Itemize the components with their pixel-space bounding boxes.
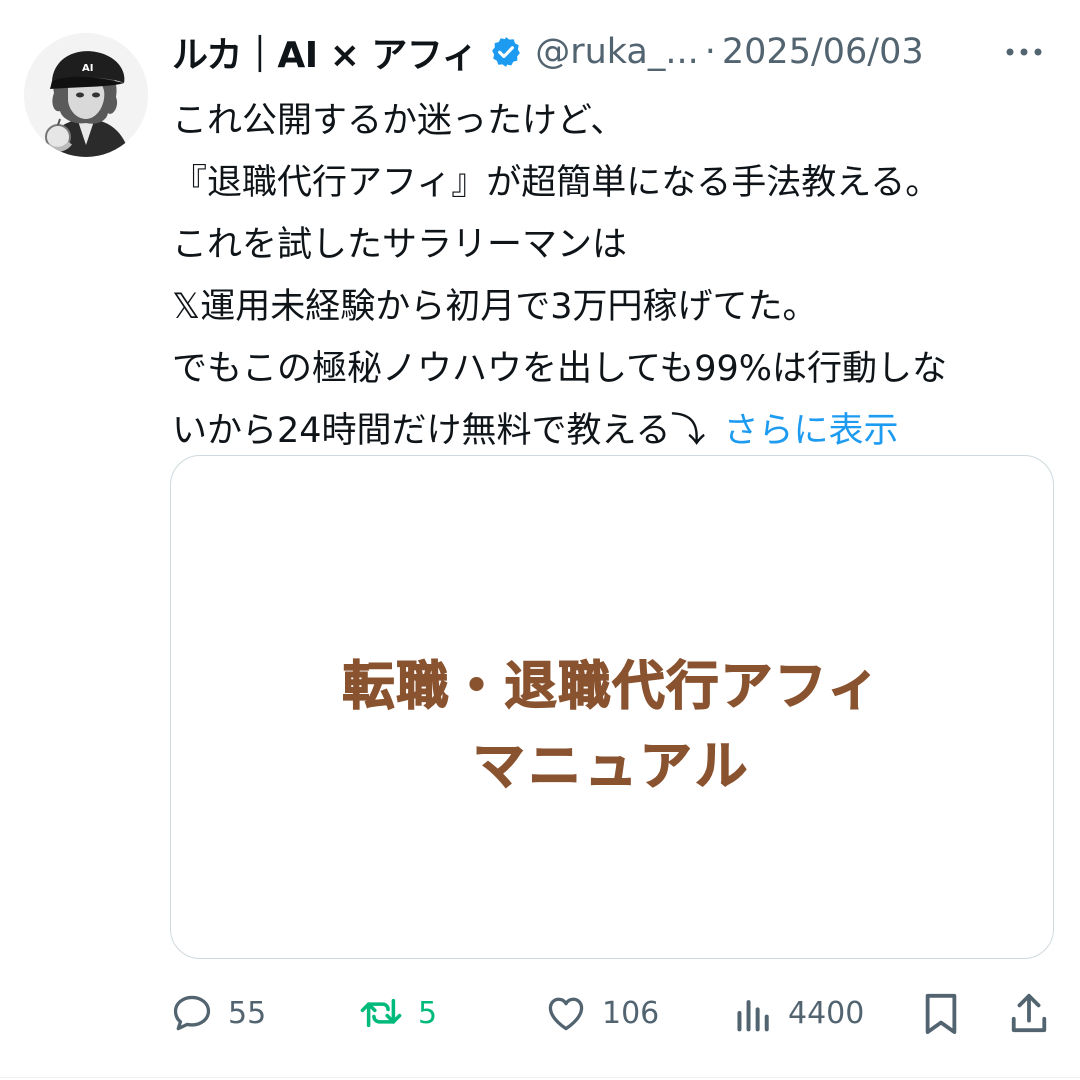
verified-badge-icon bbox=[492, 37, 521, 67]
show-more-link[interactable]: さらに表示 bbox=[724, 411, 899, 451]
retweet-count: 5 bbox=[418, 995, 438, 1031]
reply-icon bbox=[173, 995, 211, 1031]
divider bbox=[0, 1077, 1080, 1078]
tweet-text-line: これ公開するか迷ったけど、 bbox=[172, 101, 626, 141]
views-icon bbox=[737, 1000, 769, 1032]
tweet-text-line: これを試したサラリーマンは bbox=[172, 225, 628, 265]
avatar[interactable]: AI bbox=[24, 33, 148, 157]
meta-separator: · bbox=[704, 32, 716, 72]
handle[interactable]: @ruka_... bbox=[535, 32, 699, 72]
retweet-button[interactable]: 5 bbox=[358, 985, 437, 1041]
tweet-text-line: いから24時間だけ無料で教える⤵ bbox=[172, 411, 706, 451]
like-count: 106 bbox=[602, 995, 660, 1031]
tweet-text-last-line: いから24時間だけ無料で教える⤵ さらに表示 bbox=[172, 400, 1062, 462]
media-title-line1: 転職・退職代行アフィ bbox=[342, 656, 882, 718]
bookmark-button[interactable] bbox=[920, 985, 962, 1041]
heart-icon bbox=[548, 997, 584, 1031]
tweet-text: これ公開するか迷ったけど、 『退職代行アフィ』が超簡単になる手法教える。 これを… bbox=[172, 90, 1062, 462]
reply-count: 55 bbox=[228, 995, 267, 1031]
tweet-date[interactable]: 2025/06/03 bbox=[722, 32, 924, 72]
tweet-text-line: 『退職代行アフィ』が超簡単になる手法教える。 bbox=[172, 163, 941, 203]
like-button[interactable]: 106 bbox=[544, 985, 659, 1041]
views-count: 4400 bbox=[788, 995, 865, 1031]
reply-button[interactable]: 55 bbox=[170, 985, 266, 1041]
retweet-icon bbox=[360, 998, 402, 1028]
media-title-line2: マニュアル bbox=[472, 736, 752, 798]
tweet-text-line: でもこの極秘ノウハウを出しても99%は行動しな bbox=[172, 349, 947, 389]
bookmark-icon bbox=[925, 993, 957, 1034]
share-icon bbox=[1011, 993, 1047, 1033]
views-button[interactable]: 4400 bbox=[734, 985, 864, 1041]
tweet-header: ルカ｜AI × アフィ @ruka_... · 2025/06/03 bbox=[172, 26, 1062, 78]
more-options-icon[interactable] bbox=[1002, 34, 1046, 70]
avatar-cap-text: AI bbox=[82, 63, 93, 74]
share-button[interactable] bbox=[1008, 985, 1050, 1041]
display-name[interactable]: ルカ｜AI × アフィ bbox=[172, 26, 478, 78]
media-image[interactable]: 転職・退職代行アフィ マニュアル bbox=[170, 455, 1054, 959]
tweet-text-line: 𝕏運用未経験から初月で3万円稼げてた。 bbox=[172, 287, 818, 327]
action-bar: 55 5 106 4400 bbox=[170, 985, 1060, 1041]
